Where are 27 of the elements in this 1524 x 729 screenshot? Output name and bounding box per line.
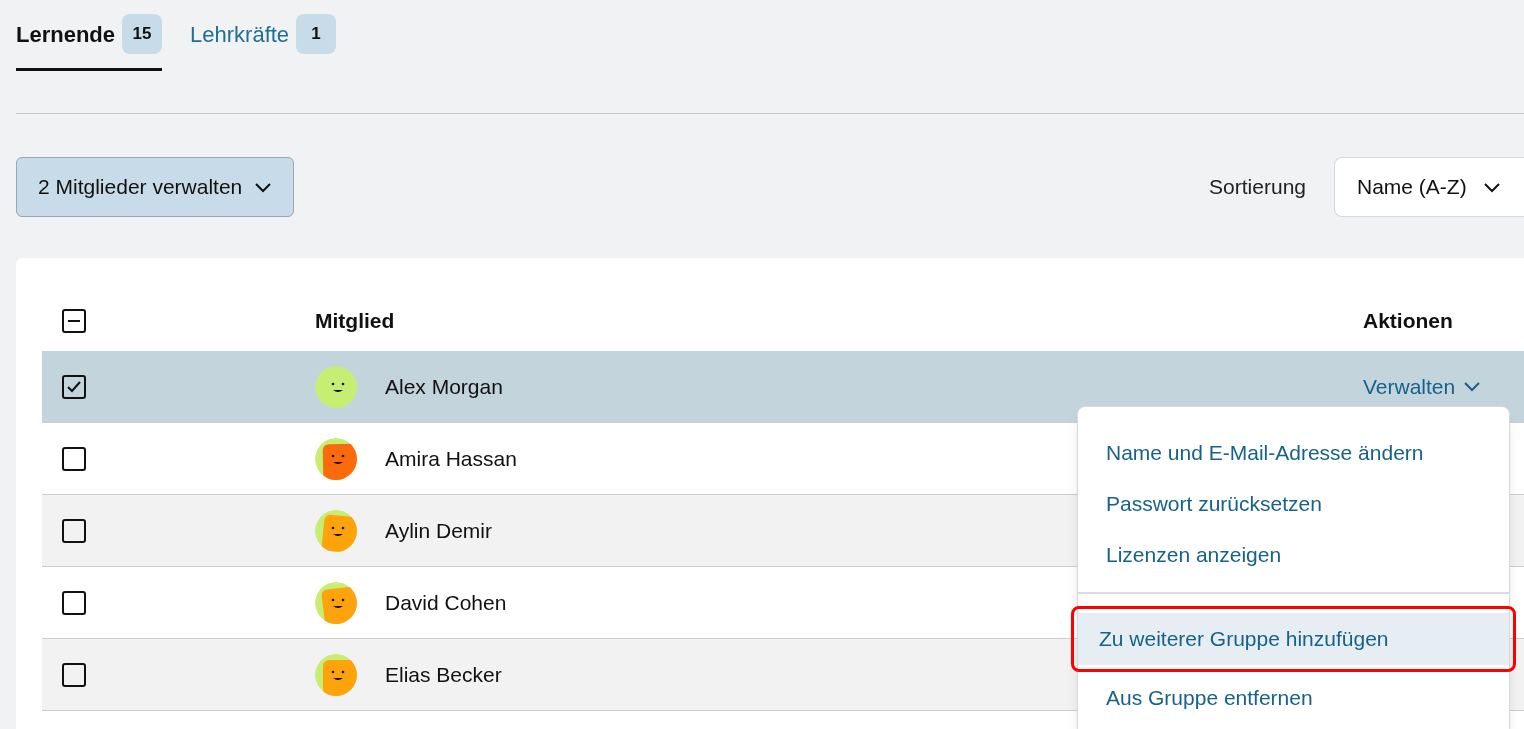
chevron-down-icon [1463,381,1482,392]
chevron-down-icon [254,181,273,193]
menu-item[interactable]: Zu weiterer Gruppe hinzufügen [1078,613,1509,665]
column-header: Aktionen [1363,308,1453,332]
tab[interactable]: Lehrkräfte 1 [190,14,337,71]
member-name: David Cohen [385,589,507,616]
count-badge: 15 [122,14,163,54]
sort-dropdown[interactable]: Name (A-Z) [1334,157,1524,217]
table-row[interactable]: Alex Morgan Verwalten [42,351,1524,423]
member-name: Alex Morgan [385,373,503,400]
column-header: Mitglied [315,308,395,332]
member-name: Aylin Demir [385,517,492,544]
checkbox[interactable] [62,662,86,687]
checkbox[interactable] [62,518,86,543]
checkbox[interactable] [62,374,86,399]
checkbox[interactable] [62,590,86,615]
member-name: Elias Becker [385,661,502,688]
menu-item[interactable]: Name und E-Mail-Adresse ändern [1078,427,1509,478]
checkbox[interactable] [62,446,86,471]
chevron-down-icon [1482,181,1501,193]
tab[interactable]: Lernende 15 [16,14,163,71]
sort-label: Sortierung [1209,174,1306,201]
manage-dropdown[interactable]: Verwalten [1363,370,1482,403]
member-name: Amira Hassan [385,445,517,472]
count-badge: 1 [296,14,337,54]
checkbox[interactable] [62,308,86,333]
bulk-manage-button[interactable]: 2 Mitglieder verwalten [16,157,295,217]
